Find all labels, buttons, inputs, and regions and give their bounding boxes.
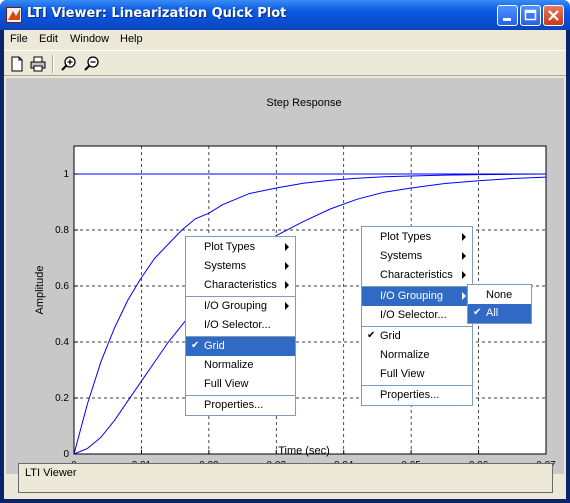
menu-item-systems[interactable]: Systems xyxy=(186,257,295,276)
menu-item-normalize[interactable]: Normalize xyxy=(362,346,472,365)
submenu-item-none[interactable]: None xyxy=(468,286,531,305)
context-menu-left: Plot Types Systems Characteristics I/O G… xyxy=(185,236,296,416)
menu-item-normalize[interactable]: Normalize xyxy=(186,356,295,375)
menu-item-full-view[interactable]: Full View xyxy=(186,375,295,394)
menu-item-properties[interactable]: Properties... xyxy=(186,396,295,415)
y-tick-label: 0.6 xyxy=(55,281,69,292)
menu-item-characteristics[interactable]: Characteristics xyxy=(362,266,472,285)
status-bar: LTI Viewer xyxy=(18,463,553,493)
menu-item-grid[interactable]: ✔ Grid xyxy=(362,327,472,346)
menu-bar: File Edit Window Help xyxy=(4,30,566,50)
menu-item-io-selector[interactable]: I/O Selector... xyxy=(362,306,472,325)
check-icon: ✔ xyxy=(191,340,200,351)
y-axis-label: Amplitude xyxy=(34,266,46,315)
title-bar[interactable]: LTI Viewer: Linearization Quick Plot xyxy=(0,0,570,30)
x-axis-label: Time (sec) xyxy=(278,445,330,457)
close-button[interactable] xyxy=(543,5,564,26)
menu-file[interactable]: File xyxy=(10,33,28,45)
status-text: LTI Viewer xyxy=(25,467,77,479)
y-tick-label: 0.8 xyxy=(55,225,69,236)
toolbar-separator xyxy=(52,55,54,73)
menu-help[interactable]: Help xyxy=(120,33,143,45)
menu-item-characteristics[interactable]: Characteristics xyxy=(186,276,295,295)
menu-item-grid[interactable]: ✔ Grid xyxy=(186,337,295,356)
toolbar xyxy=(4,50,566,76)
check-icon: ✔ xyxy=(473,307,482,318)
io-grouping-submenu: None ✔ All xyxy=(467,284,532,324)
menu-item-properties[interactable]: Properties... xyxy=(362,386,472,405)
menu-item-full-view[interactable]: Full View xyxy=(362,365,472,384)
submenu-item-all[interactable]: ✔ All xyxy=(468,304,531,323)
menu-item-plot-types[interactable]: Plot Types xyxy=(186,238,295,257)
window-title: LTI Viewer: Linearization Quick Plot xyxy=(27,6,287,21)
maximize-button[interactable] xyxy=(520,5,541,26)
y-tick-label: 0.4 xyxy=(55,337,69,348)
menu-item-systems[interactable]: Systems xyxy=(362,247,472,266)
zoom-out-icon[interactable] xyxy=(82,54,102,74)
new-document-icon[interactable] xyxy=(7,54,27,74)
y-tick-label: 0 xyxy=(63,449,69,460)
menu-item-plot-types[interactable]: Plot Types xyxy=(362,228,472,247)
y-tick-label: 1 xyxy=(63,169,69,180)
menu-item-io-selector[interactable]: I/O Selector... xyxy=(186,316,295,335)
y-tick-label: 0.2 xyxy=(55,393,69,404)
print-icon[interactable] xyxy=(28,54,48,74)
check-icon: ✔ xyxy=(367,330,376,341)
plot-title: Step Response xyxy=(266,97,341,109)
minimize-button[interactable] xyxy=(497,5,518,26)
zoom-in-icon[interactable] xyxy=(59,54,79,74)
context-menu-right: Plot Types Systems Characteristics I/O G… xyxy=(361,226,473,406)
menu-edit[interactable]: Edit xyxy=(39,33,58,45)
menu-item-io-grouping[interactable]: I/O Grouping xyxy=(362,287,472,306)
menu-window[interactable]: Window xyxy=(70,33,109,45)
matlab-app-icon[interactable] xyxy=(6,7,22,23)
menu-item-io-grouping[interactable]: I/O Grouping xyxy=(186,297,295,316)
